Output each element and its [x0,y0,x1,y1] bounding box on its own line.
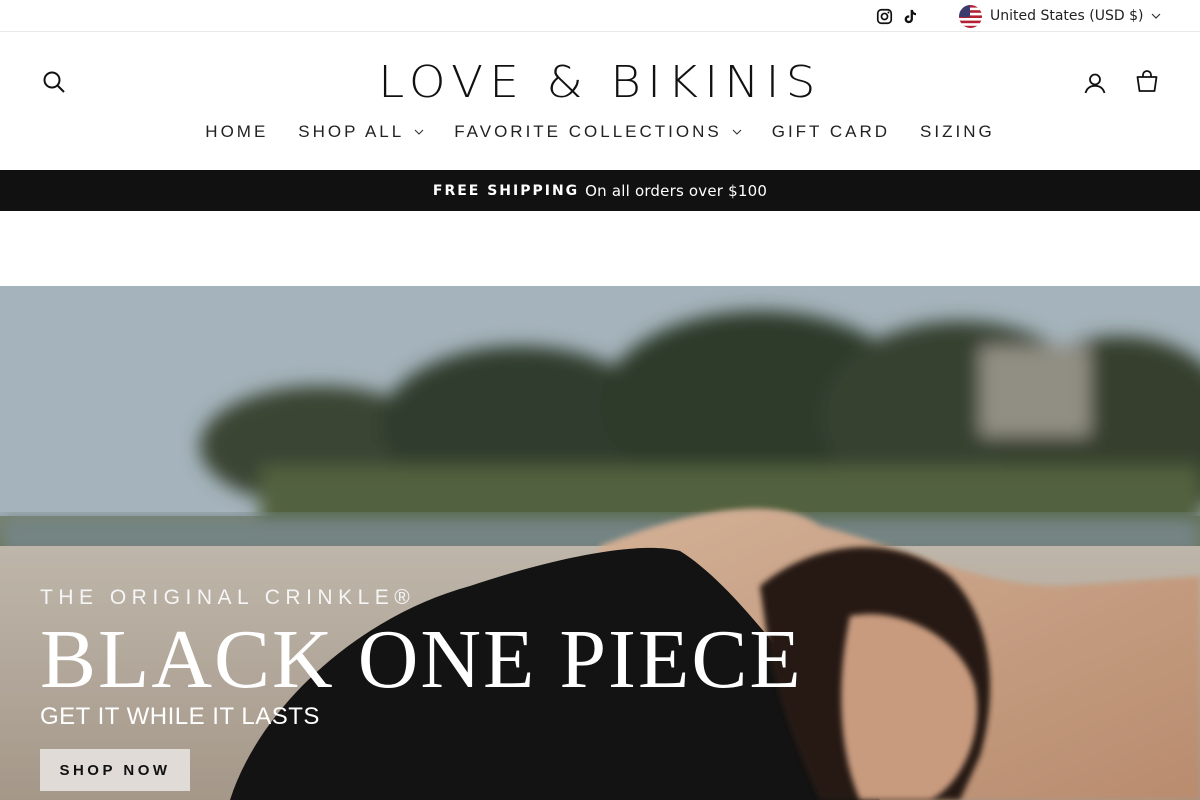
instagram-icon[interactable] [876,6,893,26]
hero-banner[interactable]: THE ORIGINAL CRINKLE® BLACK ONE PIECE GE… [0,286,1200,800]
site-logo[interactable]: LOVE & BIKINIS [378,56,815,108]
nav-item-label: GIFT CARD [771,122,891,141]
chevron-down-icon [1152,13,1161,19]
user-icon [1084,73,1106,94]
announcement-strong: FREE SHIPPING [432,182,580,199]
nav-item-home[interactable]: HOME [190,122,283,142]
nav-item-gift-card[interactable]: GIFT CARD [757,122,905,142]
country-selector-label: United States (USD $) [990,8,1144,24]
nav-item-shop-all[interactable]: SHOP ALL [283,122,439,142]
cart-button[interactable] [1132,66,1162,96]
nav-item-label: FAVORITE COLLECTIONS [454,122,722,141]
nav-item-sizing[interactable]: SIZING [905,122,1010,142]
main-nav: HOME SHOP ALL FAVORITE COLLECTIONS GIFT … [0,114,1200,150]
nav-item-label: HOME [205,122,269,141]
hero-eyebrow: THE ORIGINAL CRINKLE® [40,586,416,609]
nav-item-favorite-collections[interactable]: FAVORITE COLLECTIONS [439,122,757,142]
chevron-down-icon [732,129,742,135]
search-icon [43,71,65,93]
announcement-bar: FREE SHIPPING On all orders over $100 [0,170,1200,211]
search-button[interactable] [40,68,68,96]
hero-title: BLACK ONE PIECE [40,613,803,706]
nav-item-label: SIZING [920,122,995,141]
account-button[interactable] [1080,68,1110,98]
utility-bar: United States (USD $) [0,0,1200,32]
hero-subtitle: GET IT WHILE IT LASTS [40,703,320,730]
bag-icon [1136,70,1158,92]
shop-now-button[interactable]: SHOP NOW [40,749,190,791]
announcement-text: On all orders over $100 [585,181,768,200]
country-selector[interactable]: United States (USD $) [959,4,1161,28]
nav-item-label: SHOP ALL [298,122,405,141]
us-flag-icon [959,4,982,28]
site-header: LOVE & BIKINIS HOME SHOP ALL FAVORITE CO… [0,32,1200,170]
tiktok-icon[interactable] [902,6,918,26]
chevron-down-icon [414,129,424,135]
